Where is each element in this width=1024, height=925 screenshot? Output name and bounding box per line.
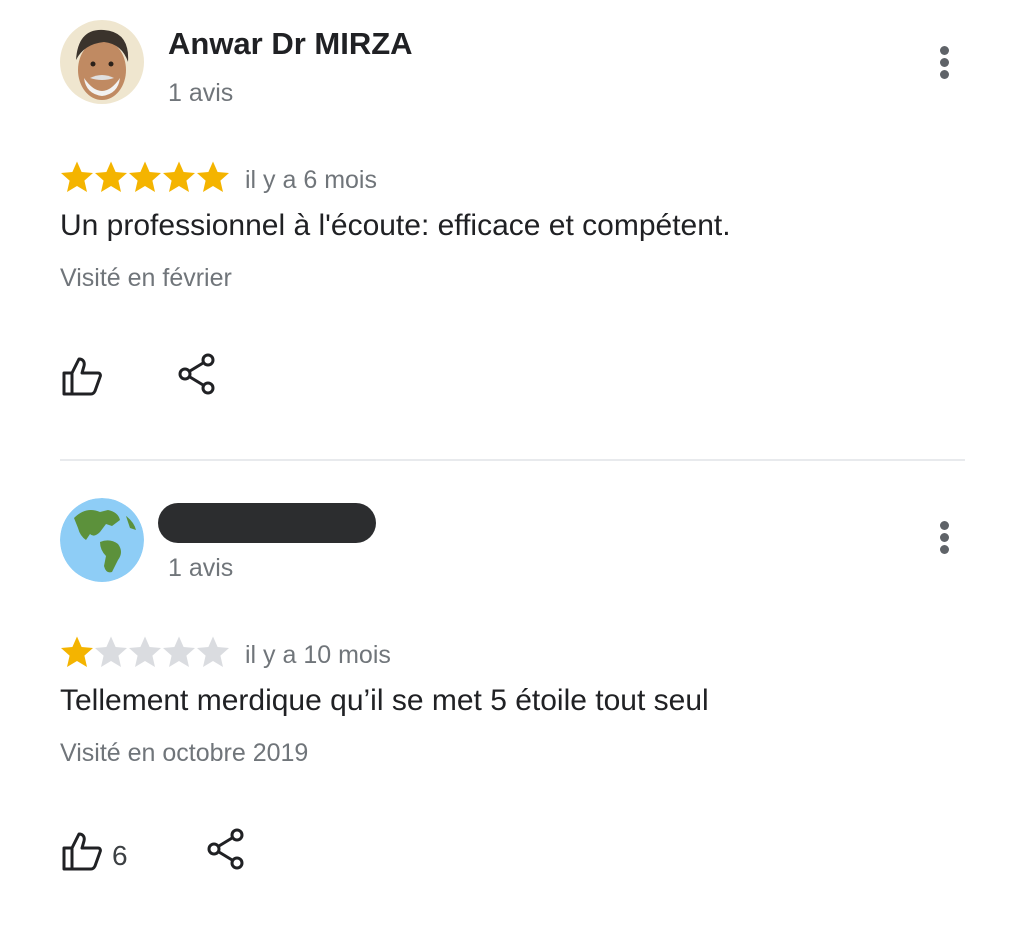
star-filled-icon (61, 636, 93, 667)
star-empty-icon (163, 636, 195, 667)
review-date: il y a 10 mois (245, 641, 391, 669)
more-vert-icon (940, 46, 949, 55)
share-icon (207, 828, 244, 870)
like-button[interactable] (60, 354, 104, 398)
share-button[interactable] (207, 827, 247, 871)
more-options-button[interactable] (930, 43, 960, 83)
like-count: 6 (112, 840, 128, 871)
visited-date: Visité en février (60, 264, 232, 292)
review-card: Anwar Dr MIRZA 1 avis il y a 6 mois Un p… (0, 0, 1024, 459)
star-filled-icon (197, 161, 229, 192)
person-photo-avatar-icon (60, 20, 144, 104)
star-empty-icon (197, 636, 229, 667)
author-name[interactable]: Anwar Dr MIRZA (168, 26, 413, 62)
more-vert-icon (940, 521, 949, 530)
review-card: 1 avis il y a 10 mois Tellement merdique… (0, 460, 1024, 925)
review-text: Tellement merdique qu’il se met 5 étoile… (60, 684, 709, 717)
star-filled-icon (129, 161, 161, 192)
more-options-button[interactable] (930, 518, 960, 558)
avatar[interactable] (60, 498, 144, 582)
star-empty-icon (129, 636, 161, 667)
redacted-author-name (158, 503, 376, 543)
star-filled-icon (163, 161, 195, 192)
globe-americas-icon (60, 498, 144, 582)
visited-date: Visité en octobre 2019 (60, 739, 309, 767)
thumb-up-icon (62, 832, 102, 871)
review-text: Un professionnel à l'écoute: efficace et… (60, 209, 731, 242)
star-filled-icon (95, 161, 127, 192)
review-count: 1 avis (168, 79, 234, 107)
avatar[interactable] (60, 20, 144, 104)
like-button[interactable] (60, 829, 104, 873)
share-icon (178, 353, 215, 395)
thumb-up-icon (62, 357, 102, 396)
review-count: 1 avis (168, 554, 234, 582)
star-filled-icon (61, 161, 93, 192)
share-button[interactable] (178, 352, 218, 396)
star-empty-icon (95, 636, 127, 667)
review-date: il y a 6 mois (245, 166, 377, 194)
